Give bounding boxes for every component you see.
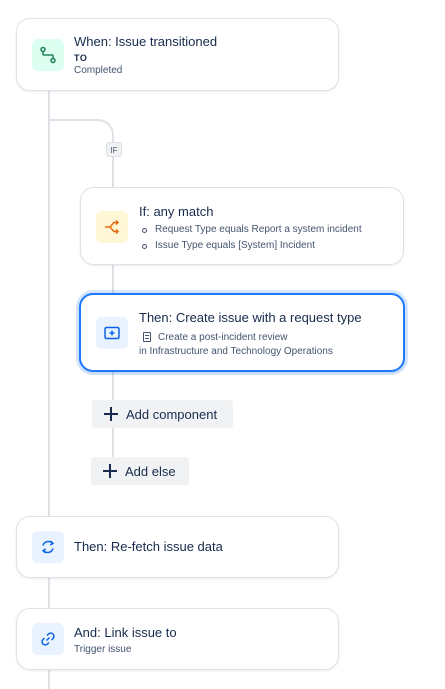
link-icon <box>32 623 64 655</box>
condition-item: Request Type equals Report a system inci… <box>142 222 362 238</box>
condition-title: If: any match <box>139 204 214 219</box>
add-else-button[interactable]: Add else <box>91 457 189 485</box>
trigger-title: When: Issue transitioned <box>74 34 218 49</box>
create-issue-title: Then: Create issue with a request type <box>139 310 362 325</box>
trigger-to-label: TO <box>74 53 88 63</box>
plus-icon <box>104 407 118 421</box>
condition-list: Request Type equals Report a system inci… <box>142 222 362 254</box>
if-branch-badge: IF <box>106 142 122 157</box>
create-issue-project: in Infrastructure and Technology Operati… <box>139 346 333 357</box>
link-target: Trigger issue <box>74 644 132 655</box>
main-connector-top <box>48 90 50 516</box>
create-issue-card[interactable]: Then: Create issue with a request type C… <box>79 293 405 372</box>
add-component-button[interactable]: Add component <box>92 400 233 428</box>
refetch-card[interactable]: Then: Re-fetch issue data <box>16 516 339 578</box>
condition-item: Issue Type equals [System] Incident <box>142 238 362 254</box>
main-connector-bottom <box>48 669 50 689</box>
branch-connector-curve <box>48 119 114 141</box>
refetch-title: Then: Re-fetch issue data <box>74 539 223 554</box>
branch-condition-icon <box>96 211 128 243</box>
trigger-card[interactable]: When: Issue transitioned TO Completed <box>16 18 339 91</box>
branch-connector-condition-action <box>112 264 114 295</box>
transition-icon <box>32 39 64 71</box>
request-type-icon <box>143 332 151 342</box>
main-connector-mid <box>48 577 50 608</box>
link-title: And: Link issue to <box>74 625 177 640</box>
create-issue-summary: Create a post-incident review <box>158 332 288 343</box>
add-component-label: Add component <box>126 406 218 422</box>
refresh-icon <box>32 531 64 563</box>
link-issue-card[interactable]: And: Link issue to Trigger issue <box>16 608 339 670</box>
plus-icon <box>103 464 117 478</box>
trigger-status: Completed <box>74 65 123 76</box>
create-issue-icon <box>96 317 128 349</box>
add-else-label: Add else <box>125 463 176 479</box>
branch-connector-to-condition <box>112 157 114 188</box>
